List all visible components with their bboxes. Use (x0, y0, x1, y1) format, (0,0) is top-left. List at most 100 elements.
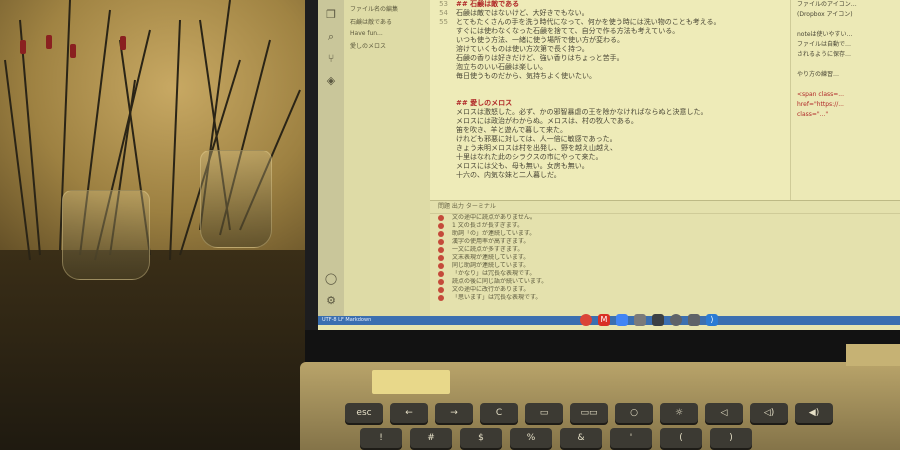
keyboard-key[interactable]: C (480, 403, 518, 423)
editor-line[interactable]: 十里はなれた此のシラクスの市にやって来た。 (430, 153, 790, 162)
problem-text: 漢字の使用率が高すぎます。 (452, 238, 530, 245)
keyboard-key[interactable]: ← (390, 403, 428, 423)
editor-line[interactable]: 毎日使うものだから、気持ちよく使いたい。 (430, 72, 790, 81)
editor-line[interactable]: 石鹸の香りは好きだけど、強い香りはちょっと苦手。 (430, 54, 790, 63)
branch-vases-decoration (4, 0, 301, 261)
extensions-icon[interactable]: ◈ (324, 74, 338, 88)
keyboard-key[interactable]: esc (345, 403, 383, 423)
keyboard-key[interactable]: ☼ (660, 403, 698, 423)
keyboard-key[interactable]: → (435, 403, 473, 423)
editor-text: とてもたくさんの手を洗う時代になって、何かを使う時には洗い物のことも考える。 (456, 18, 721, 26)
keyboard-key[interactable]: ○ (615, 403, 653, 423)
problem-row[interactable]: 1 文の長さが長すぎます。 (430, 222, 900, 230)
keyboard-key[interactable]: # (410, 428, 452, 448)
keyboard-key[interactable]: ! (360, 428, 402, 448)
editor-line[interactable]: いつも使う方法、一緒に使う場所で使い方が変わる。 (430, 36, 790, 45)
editor-line[interactable]: 泡立ちのいい石鹸は楽しい。 (430, 63, 790, 72)
problem-row[interactable]: 一文に読点が多すぎます。 (430, 246, 900, 254)
source-control-icon[interactable]: ⑂ (324, 52, 338, 66)
problem-row[interactable]: 漢字の使用率が高すぎます。 (430, 238, 900, 246)
laptop-hinge-right (846, 344, 900, 366)
settings-icon[interactable] (670, 314, 682, 326)
editor-line[interactable]: けれども邪悪に対しては、人一倍に敏感であった。 (430, 135, 790, 144)
outline-item[interactable]: 石鹸は敵である (344, 15, 430, 28)
error-icon (438, 223, 444, 229)
keyboard-key[interactable]: ◀) (795, 403, 833, 423)
editor-line[interactable]: きょう未明メロスは村を出発し、野を越え山越え、 (430, 144, 790, 153)
problem-row[interactable]: 「思います」は冗長な表現です。 (430, 294, 900, 302)
editor-text: メロスには政治がわからぬ。メロスは、村の牧人である。 (456, 117, 638, 125)
text-app-icon[interactable] (688, 314, 700, 326)
editor-line[interactable]: 55 とてもたくさんの手を洗う時代になって、何かを使う時には洗い物のことも考える。 (430, 18, 790, 27)
keyboard-key[interactable]: % (510, 428, 552, 448)
editor-line[interactable] (430, 90, 790, 99)
problem-text: 文末表現が連続しています。 (452, 254, 530, 261)
problem-row[interactable]: 文の途中に読点がありません。 (430, 214, 900, 222)
preview-line: class="..." (797, 111, 829, 118)
preview-pane: ファイルのアイコン… (Dropbox アイコン) noteは使いやすい… ファイルは… (790, 0, 900, 200)
error-icon (438, 263, 444, 269)
files-app-icon[interactable] (634, 314, 646, 326)
problem-text: 1 文の長さが長すぎます。 (452, 222, 524, 229)
editor-line[interactable]: メロスは激怒した。必ず、かの邪智暴虐の王を除かなければならぬと決意した。 (430, 108, 790, 117)
outline-item[interactable]: Have fun... (344, 28, 430, 39)
preview-line: <span class=... (797, 91, 844, 98)
editor-heading: ## 石鹸は敵である (456, 0, 520, 8)
editor-line[interactable]: メロスには父も、母も無い。女房も無い。 (430, 162, 790, 171)
problem-text: 読点の後に同じ語が続いています。 (452, 278, 548, 285)
problem-row[interactable]: 助詞「の」が連続しています。 (430, 230, 900, 238)
outline-item[interactable]: ファイル名の編集 (344, 2, 430, 15)
keyboard-key[interactable]: ◁) (750, 403, 788, 423)
os-shelf: M ⟩ (318, 308, 900, 330)
preview-line (791, 20, 900, 30)
keyboard-key[interactable]: ▭ (525, 403, 563, 423)
panel-tabs[interactable]: 問題 出力 ターミナル (430, 201, 900, 214)
editor-text: メロスには父も、母も無い。女房も無い。 (456, 162, 589, 170)
line-number: 55 (439, 18, 448, 26)
problem-row[interactable]: 文末表現が連続しています。 (430, 254, 900, 262)
chrome-icon[interactable] (580, 314, 592, 326)
editor-line[interactable]: 十六の、内気な妹と二人暮しだ。 (430, 171, 790, 180)
editor-line[interactable]: すぐには使わなくなった石鹸を捨てて、自分で作る方法も考えている。 (430, 27, 790, 36)
gear-icon[interactable]: ⚙ (324, 294, 338, 308)
editor-text: けれども邪悪に対しては、人一倍に敏感であった。 (456, 135, 617, 143)
keyboard-key[interactable]: ) (710, 428, 752, 448)
camera-icon[interactable] (652, 314, 664, 326)
problem-text: 「かなり」は冗長な表現です。 (452, 270, 536, 277)
editor-line[interactable] (430, 81, 790, 90)
markdown-editor[interactable]: 53 ## 石鹸は敵である 54 石鹸は敵ではないけど、大好きでもない。 55 とてもたく… (430, 0, 790, 200)
keyboard-key[interactable]: ' (610, 428, 652, 448)
keyboard-key[interactable]: $ (460, 428, 502, 448)
docs-icon[interactable] (616, 314, 628, 326)
editor-line[interactable]: 笛を吹き、羊と遊んで暮して来た。 (430, 126, 790, 135)
editor-text: 泡立ちのいい石鹸は楽しい。 (456, 63, 547, 71)
editor-line[interactable]: ## 愛しのメロス (430, 99, 790, 108)
error-icon (438, 271, 444, 277)
outline-item[interactable]: 愛しのメロス (344, 39, 430, 52)
error-icon (438, 215, 444, 221)
line-number: 53 (439, 0, 448, 8)
gmail-icon[interactable]: M (598, 314, 610, 326)
editor-line[interactable]: メロスには政治がわからぬ。メロスは、村の牧人である。 (430, 117, 790, 126)
problem-row[interactable]: 「かなり」は冗長な表現です。 (430, 270, 900, 278)
problem-row[interactable]: 同じ助詞が連続しています。 (430, 262, 900, 270)
problem-row[interactable]: 文の途中に改行があります。 (430, 286, 900, 294)
laptop-screen: ❐ ⌕ ⑂ ◈ ◯ ⚙ ファイル名の編集 石鹸は敵である Have fun...… (318, 0, 900, 330)
editor-line[interactable]: 53 ## 石鹸は敵である (430, 0, 790, 9)
account-icon[interactable]: ◯ (324, 272, 338, 286)
preview-line (791, 60, 900, 70)
editor-line[interactable]: 溶けていくものは使い方次第で長く持つ。 (430, 45, 790, 54)
keyboard-key[interactable]: & (560, 428, 602, 448)
preview-line: ファイルのアイコン… (797, 1, 857, 8)
files-icon[interactable]: ❐ (324, 8, 338, 22)
editor-text: 石鹸の香りは好きだけど、強い香りはちょっと苦手。 (456, 54, 624, 62)
keyboard-key[interactable]: ▭▭ (570, 403, 608, 423)
keyboard-key[interactable]: ◁ (705, 403, 743, 423)
editor-line[interactable]: 54 石鹸は敵ではないけど、大好きでもない。 (430, 9, 790, 18)
search-icon[interactable]: ⌕ (324, 30, 338, 44)
preview-line: href="https://... (797, 101, 844, 108)
problem-row[interactable]: 読点の後に同じ語が続いています。 (430, 278, 900, 286)
preview-line: ファイルは自動で… (797, 41, 852, 48)
vscode-icon[interactable]: ⟩ (706, 314, 718, 326)
keyboard-key[interactable]: ( (660, 428, 702, 448)
